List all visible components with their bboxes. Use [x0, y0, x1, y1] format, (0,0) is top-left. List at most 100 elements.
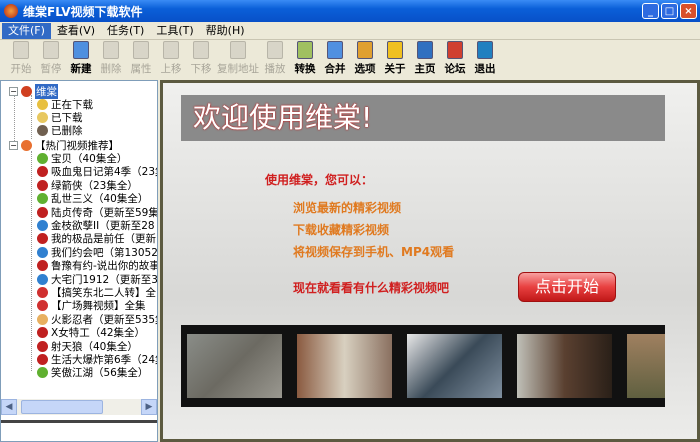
tree-video-item[interactable]: 乱世三义（40集全）	[37, 192, 148, 205]
welcome-panel: 欢迎使用维棠! 使用维棠，您可以： 浏览最新的精彩视频 下载收藏精彩视频 将视频…	[163, 83, 697, 439]
toolbar-label: 暂停	[40, 63, 62, 75]
toolbar-label: 播放	[264, 63, 286, 75]
tree-video-item-icon	[37, 220, 48, 231]
toolbar-button-6[interactable]: 下移	[186, 41, 216, 76]
tree-video-item[interactable]: 【广场舞视频】全集	[37, 299, 146, 312]
tree-video-item-icon	[37, 300, 48, 312]
tree-folder-2-icon	[37, 125, 48, 136]
tree-video-item-icon	[37, 354, 48, 365]
video-thumbnail	[517, 334, 612, 398]
menu-file[interactable]: 文件(F)	[2, 22, 51, 39]
close-button[interactable]: ×	[680, 3, 697, 19]
tree-video-item[interactable]: 笑傲江湖（56集全）	[37, 366, 148, 379]
tree-video-item[interactable]: 绿箭侠（23集全）	[37, 179, 138, 192]
video-thumbnail	[297, 334, 392, 398]
toolbar-icon	[477, 41, 493, 59]
menu-task[interactable]: 任务(T)	[101, 23, 150, 39]
toolbar-icon	[13, 41, 29, 59]
scroll-right-button[interactable]: ▶	[141, 399, 157, 415]
task-tree-panel: − 维棠 正在下载 已下载 已删除 − 【热门视频推荐】 宝贝（40集全） 吸血鬼日记第4季（2…	[0, 80, 158, 442]
toolbar-button-10[interactable]: 合并	[320, 41, 350, 76]
toolbar-icon	[417, 41, 433, 59]
toolbar-button-15[interactable]: 退出	[470, 41, 500, 76]
tree-video-item[interactable]: 我们约会吧（第130529	[37, 246, 157, 259]
tree-video-item[interactable]: 陆贞传奇（更新至59集	[37, 206, 157, 219]
toolbar-icon	[43, 41, 59, 59]
tree-video-item[interactable]: 【搞笑东北二人转】全	[37, 286, 156, 299]
toolbar-button-8[interactable]: 播放	[260, 41, 290, 76]
tree-video-item-icon	[37, 153, 48, 164]
menu-tools[interactable]: 工具(T)	[150, 23, 199, 39]
tree-video-item[interactable]: 我的极品是前任（更新	[37, 232, 156, 245]
menu-help[interactable]: 帮助(H)	[200, 23, 251, 39]
toolbar-button-5[interactable]: 上移	[156, 41, 186, 76]
tree-video-item-icon	[37, 166, 48, 178]
toolbar-label: 新建	[70, 63, 92, 75]
call-to-action-text: 现在就看看有什么精彩视频吧	[293, 281, 450, 295]
tree-video-item[interactable]: 射天狼（40集全）	[37, 340, 138, 353]
tree-folder-1-icon	[37, 112, 48, 123]
collapse-hot-toggle[interactable]: −	[9, 141, 18, 150]
toolbar-label: 转换	[294, 63, 316, 75]
maximize-button[interactable]: □	[661, 3, 678, 19]
scroll-left-button[interactable]: ◀	[1, 399, 17, 415]
toolbar-button-2[interactable]: 新建	[66, 41, 96, 76]
tree-video-item[interactable]: 大宅门1912（更新至39	[37, 273, 157, 286]
tree-video-item-icon	[37, 367, 48, 379]
tree-video-item-icon	[37, 233, 48, 245]
tree-video-item-icon	[37, 260, 48, 272]
tree-video-item[interactable]: 吸血鬼日记第4季（23集	[37, 165, 157, 178]
toolbar-button-9[interactable]: 转换	[290, 41, 320, 76]
toolbar-icon	[103, 41, 119, 59]
tree-video-item[interactable]: 鲁豫有约-说出你的故事	[37, 259, 157, 272]
tree-folder-2[interactable]: 已删除	[37, 124, 83, 137]
feature-save: 将视频保存到手机、MP4观看	[293, 245, 455, 259]
toolbar-button-12[interactable]: 关于	[380, 41, 410, 76]
toolbar-button-7[interactable]: 复制地址	[216, 41, 260, 76]
toolbar-icon	[387, 41, 403, 59]
toolbar-icon	[267, 41, 283, 59]
toolbar-icon	[73, 41, 89, 59]
toolbar-button-13[interactable]: 主页	[410, 41, 440, 76]
tree-video-item[interactable]: 宝贝（40集全）	[37, 152, 127, 165]
collapse-root-toggle[interactable]: −	[9, 87, 18, 96]
toolbar-label: 开始	[10, 63, 32, 75]
tree-hot-category-icon	[21, 140, 32, 151]
toolbar-button-0[interactable]: 开始	[6, 41, 36, 76]
splitter[interactable]	[1, 420, 157, 423]
toolbar-button-3[interactable]: 删除	[96, 41, 126, 76]
tree-video-item-icon	[37, 340, 48, 352]
window-title: 维棠FLV视频下载软件	[23, 4, 143, 19]
horizontal-scrollbar[interactable]: ◀ ▶	[1, 399, 157, 415]
app-icon	[4, 4, 18, 18]
scroll-thumb[interactable]	[21, 400, 103, 414]
toolbar-label: 选项	[354, 63, 376, 75]
toolbar-label: 合并	[324, 63, 346, 75]
minimize-button[interactable]: _	[642, 3, 659, 19]
toolbar: 开始 暂停 新建 删除 属性 上移 下移 复制地址 播放 转换 合并 选项 关于 主页 论坛 退出	[0, 41, 700, 79]
start-button[interactable]: 点击开始	[518, 272, 616, 302]
toolbar-label: 退出	[474, 63, 496, 75]
tree-root-icon	[21, 86, 32, 97]
tree-video-item[interactable]: 火影忍者（更新至535集	[37, 313, 157, 326]
toolbar-label: 主页	[414, 63, 436, 75]
tree-video-item-icon	[37, 273, 48, 285]
toolbar-button-4[interactable]: 属性	[126, 41, 156, 76]
toolbar-label: 复制地址	[217, 63, 259, 75]
toolbar-label: 关于	[384, 63, 406, 75]
video-thumbnail	[407, 334, 502, 398]
toolbar-label: 论坛	[444, 63, 466, 75]
toolbar-button-11[interactable]: 选项	[350, 41, 380, 76]
tree-video-item-icon	[37, 193, 48, 205]
tree-video-item-icon	[37, 246, 48, 258]
tree-video-item[interactable]: 生活大爆炸第6季（24集	[37, 353, 157, 366]
toolbar-label: 删除	[100, 63, 122, 75]
intro-text: 使用维棠，您可以：	[265, 173, 374, 187]
tree-video-item[interactable]: 金枝欲孽II（更新至28	[37, 219, 155, 232]
tree-item-label: 笑傲江湖（56集全）	[51, 367, 149, 380]
toolbar-button-14[interactable]: 论坛	[440, 41, 470, 76]
toolbar-icon	[297, 41, 313, 59]
menu-view[interactable]: 查看(V)	[51, 23, 101, 39]
toolbar-button-1[interactable]: 暂停	[36, 41, 66, 76]
tree-video-item[interactable]: X女特工（42集全）	[37, 326, 145, 339]
